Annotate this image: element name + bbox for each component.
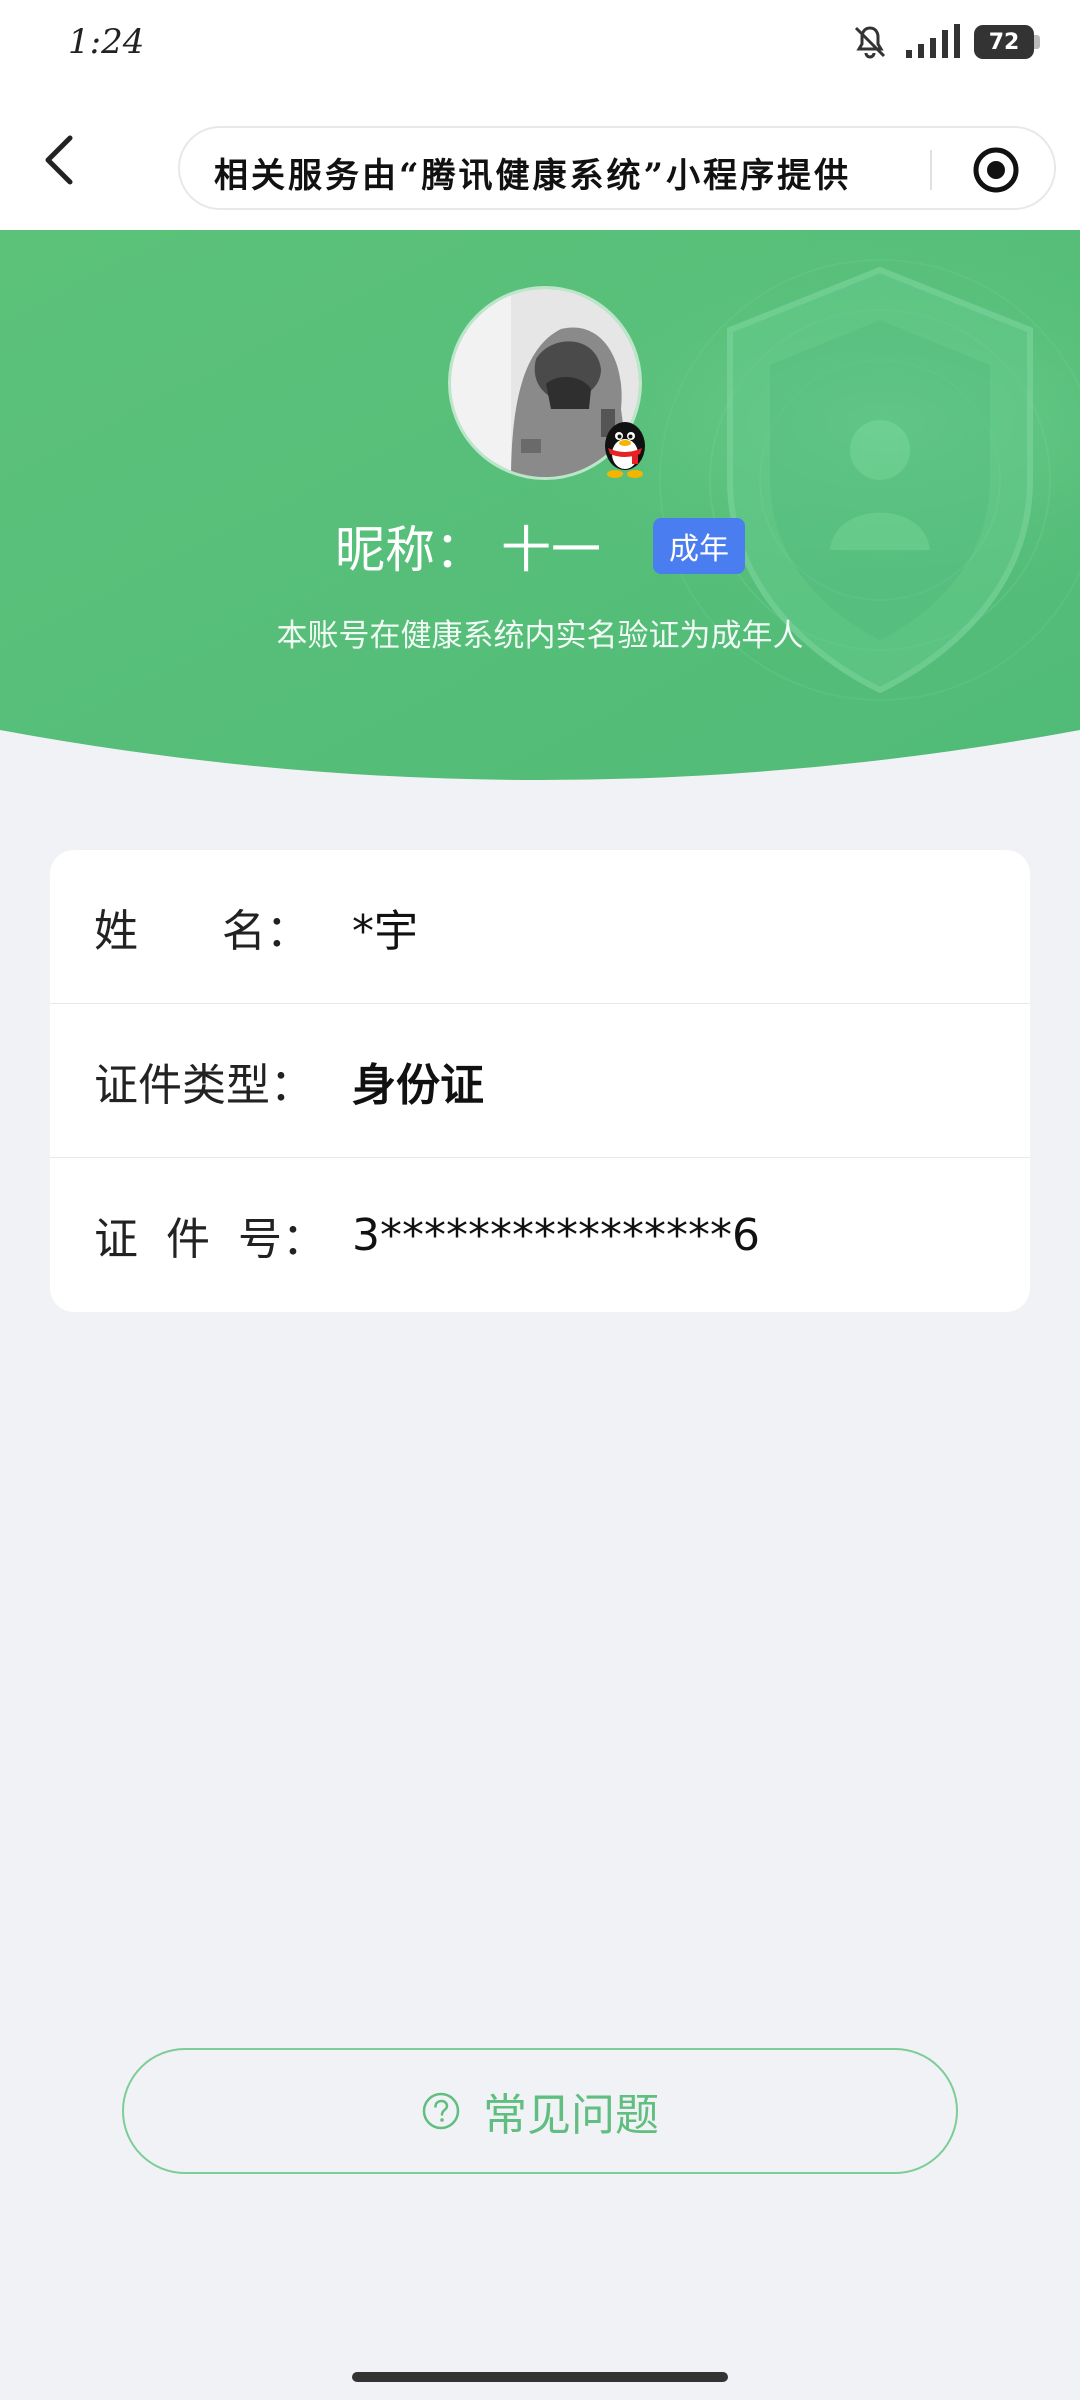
target-icon: [973, 147, 1019, 193]
page: 1:24 72 相关服务由“腾讯健康系统”小程序提供 昵称： 十一 成年 本账号…: [0, 0, 1080, 2400]
name-value: *宇: [352, 905, 418, 957]
info-row-id-number: 证 件 号： 3****************6: [50, 1158, 1030, 1312]
id-number-label: 证 件 号：: [94, 1214, 326, 1265]
nickname-row: 昵称： 十一 成年: [0, 510, 1080, 582]
mute-icon: [850, 22, 890, 62]
nav-bar: 相关服务由“腾讯健康系统”小程序提供: [0, 90, 1080, 230]
battery-icon: 72: [974, 25, 1040, 59]
target-button[interactable]: [970, 144, 1022, 196]
hero-banner: 昵称： 十一 成年 本账号在健康系统内实名验证为成年人: [0, 230, 1080, 790]
id-type-label: 证件类型：: [94, 1059, 314, 1111]
status-bar: 1:24 72: [0, 0, 1080, 90]
provider-pill: 相关服务由“腾讯健康系统”小程序提供: [178, 126, 1056, 210]
signal-icon: [904, 22, 960, 62]
chevron-left-icon: [45, 135, 73, 185]
info-row-id-type: 证件类型： 身份证: [50, 1004, 1030, 1158]
faq-button[interactable]: 常见问题: [122, 2048, 958, 2174]
status-time: 1:24: [68, 22, 145, 62]
verification-description: 本账号在健康系统内实名验证为成年人: [276, 618, 804, 654]
identity-info-card: 姓 名： *宇 证件类型： 身份证 证 件 号： 3**************…: [50, 850, 1030, 1312]
home-indicator[interactable]: [352, 2372, 728, 2382]
qq-penguin-icon: [596, 416, 654, 480]
id-type-value: 身份证: [352, 1059, 484, 1111]
faq-label: 常见问题: [483, 2090, 659, 2141]
provider-text: 相关服务由“腾讯健康系统”小程序提供: [214, 156, 852, 196]
question-circle-icon: [422, 2092, 460, 2130]
info-row-name: 姓 名： *宇: [50, 850, 1030, 1004]
back-button[interactable]: [30, 130, 90, 190]
nickname: 昵称： 十一: [335, 521, 601, 579]
id-number-value: 3****************6: [352, 1209, 760, 1261]
battery-level: 72: [974, 25, 1034, 59]
status-icons: 72: [850, 22, 1040, 62]
adult-badge: 成年: [652, 518, 745, 574]
pill-divider: [930, 150, 932, 190]
name-label: 姓 名：: [94, 905, 310, 957]
